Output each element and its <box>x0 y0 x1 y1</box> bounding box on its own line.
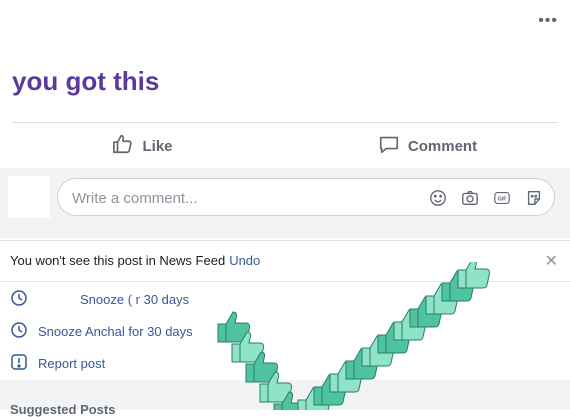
comment-box: GIF <box>57 178 555 217</box>
gif-icon[interactable]: GIF <box>492 188 512 208</box>
like-button[interactable]: Like <box>0 128 285 164</box>
comment-label: Comment <box>407 137 478 155</box>
like-label: Like <box>142 137 173 155</box>
svg-text:GIF: GIF <box>498 196 508 202</box>
camera-icon[interactable] <box>460 188 480 208</box>
snooze-option[interactable]: Snooze ( r 30 days <box>10 289 189 310</box>
thumbs-up-checkmark-overlay <box>217 262 491 410</box>
avatar[interactable] <box>8 176 50 218</box>
clock-icon <box>10 289 38 310</box>
report-post-label: Report post <box>38 356 106 371</box>
emoji-icon[interactable] <box>428 188 448 208</box>
clock-icon <box>10 321 38 342</box>
thumbs-up-icon <box>112 133 134 159</box>
thumb-up-mark <box>457 262 491 289</box>
comment-icon <box>378 133 400 159</box>
report-post-option[interactable]: Report post <box>10 353 105 374</box>
more-horizontal-icon: ••• <box>538 12 558 29</box>
comment-button[interactable]: Comment <box>285 128 570 164</box>
comment-input[interactable] <box>70 179 404 217</box>
post-text: you got this <box>12 66 160 96</box>
divider <box>12 122 558 123</box>
snooze-anchal-label: Snooze Anchal for 30 days <box>38 324 193 339</box>
report-icon <box>10 353 38 374</box>
post-actions: Like Comment <box>0 128 570 164</box>
sticker-icon[interactable] <box>524 188 544 208</box>
close-icon[interactable]: ✕ <box>545 251 558 271</box>
snooze-option-label: Snooze ( r 30 days <box>80 292 190 307</box>
more-options-button[interactable]: ••• <box>538 12 558 30</box>
snooze-anchal-option[interactable]: Snooze Anchal for 30 days <box>10 321 193 342</box>
